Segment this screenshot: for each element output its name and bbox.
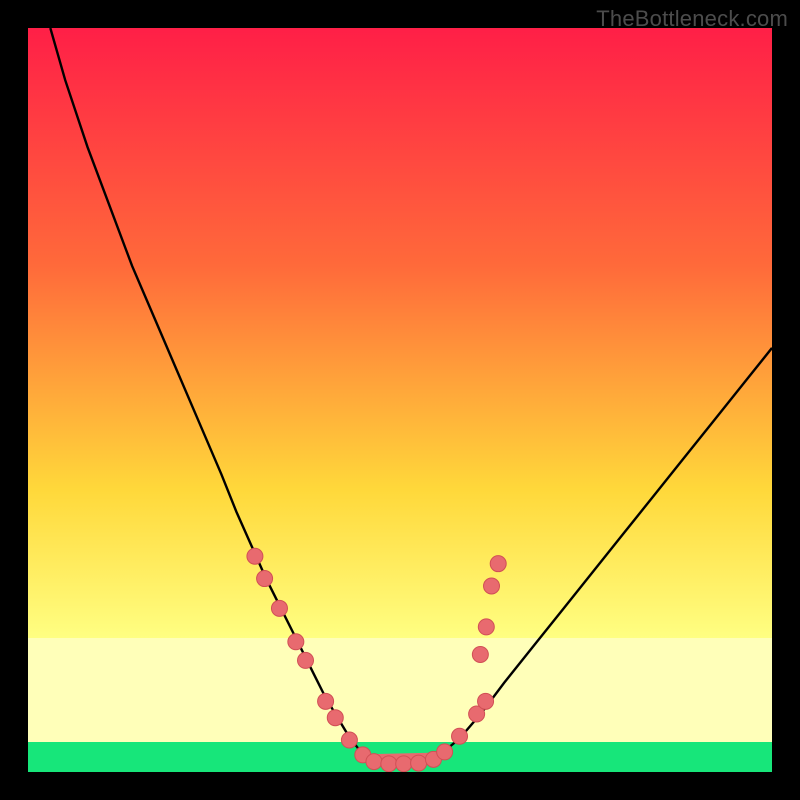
data-dot — [478, 693, 494, 709]
data-dot — [472, 646, 488, 662]
chart-svg — [28, 28, 772, 772]
data-dot — [257, 571, 273, 587]
data-dot — [318, 693, 334, 709]
data-dot — [484, 578, 500, 594]
data-dot — [341, 732, 357, 748]
data-dot — [478, 619, 494, 635]
data-dot — [298, 652, 314, 668]
data-dot — [411, 755, 427, 771]
bottleneck-curve — [50, 28, 772, 764]
data-dot — [396, 756, 412, 772]
data-dot — [327, 710, 343, 726]
plot-area — [28, 28, 772, 772]
data-dot — [490, 556, 506, 572]
data-dot — [437, 744, 453, 760]
watermark-text: TheBottleneck.com — [596, 6, 788, 32]
data-dot — [247, 548, 263, 564]
data-dot — [452, 728, 468, 744]
outer-frame: TheBottleneck.com — [0, 0, 800, 800]
data-dot — [288, 634, 304, 650]
data-dot — [366, 754, 382, 770]
data-dots-group — [247, 548, 506, 772]
data-dot — [381, 756, 397, 772]
data-dot — [271, 600, 287, 616]
